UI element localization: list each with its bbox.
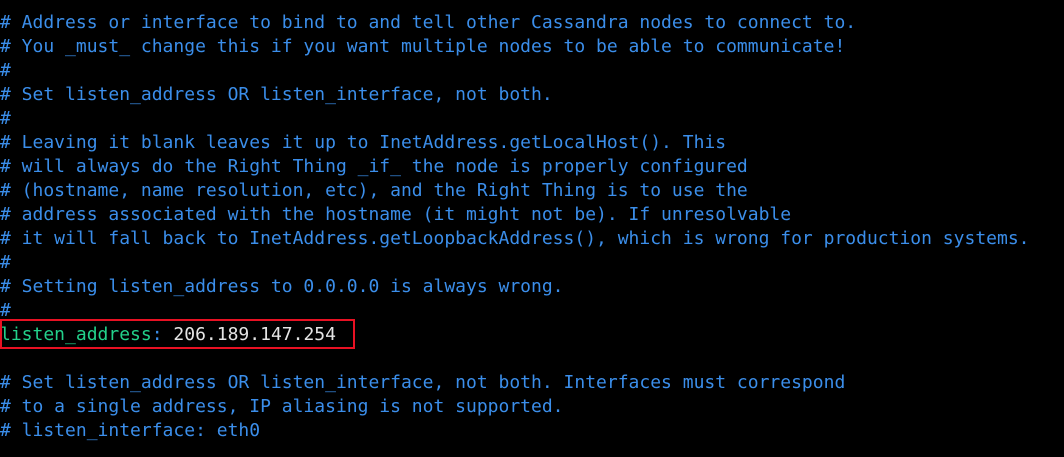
highlight-box: [0, 319, 355, 349]
comment-line: # Address or interface to bind to and te…: [0, 12, 857, 33]
comment-line: #: [0, 108, 11, 129]
comment-line: # (hostname, name resolution, etc), and …: [0, 180, 748, 201]
comment-line: # Set listen_address OR listen_interface…: [0, 372, 846, 393]
comment-line: #: [0, 252, 11, 273]
comment-line: # Leaving it blank leaves it up to InetA…: [0, 132, 727, 153]
comment-line: # will always do the Right Thing _if_ th…: [0, 156, 748, 177]
comment-line: # address associated with the hostname (…: [0, 204, 792, 225]
comment-line: #: [0, 60, 11, 81]
comment-line: # listen_interface: eth0: [0, 420, 261, 441]
comment-line: # to a single address, IP aliasing is no…: [0, 396, 564, 417]
comment-line: # it will fall back to InetAddress.getLo…: [0, 228, 1030, 249]
comment-line: # You _must_ change this if you want mul…: [0, 36, 846, 57]
comment-line: # Setting listen_address to 0.0.0.0 is a…: [0, 276, 564, 297]
terminal-window[interactable]: # Address or interface to bind to and te…: [0, 0, 1064, 457]
comment-line: # Set listen_address OR listen_interface…: [0, 84, 553, 105]
